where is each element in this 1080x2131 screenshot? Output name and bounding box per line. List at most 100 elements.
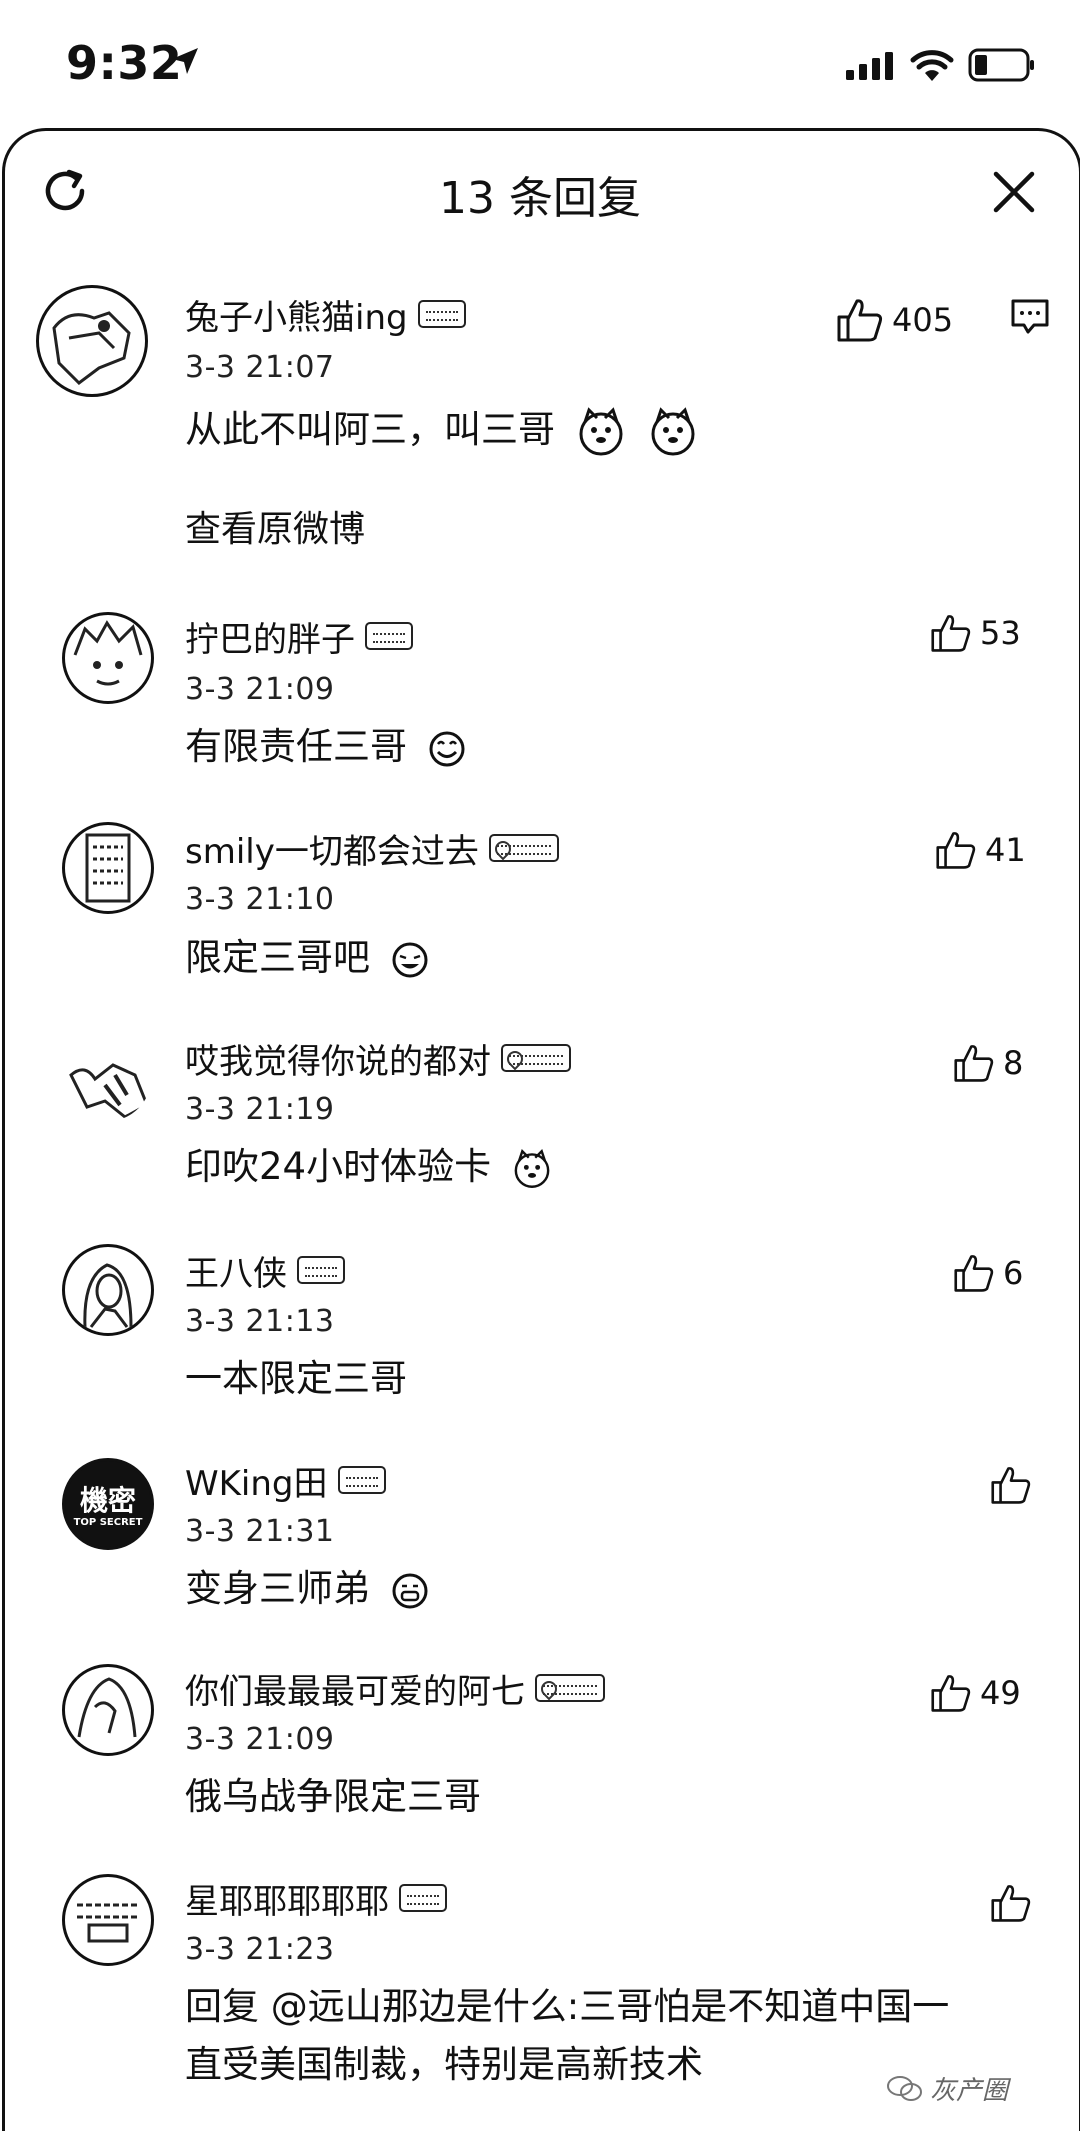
member-badge-icon bbox=[399, 1884, 447, 1912]
laugh-cry-emoji-icon bbox=[392, 942, 428, 977]
like-count: 41 bbox=[985, 831, 1026, 869]
like-button[interactable]: 41 bbox=[935, 825, 1026, 875]
avatar-image-icon bbox=[73, 620, 143, 686]
author-name[interactable]: WKing田 bbox=[185, 1456, 328, 1505]
like-button[interactable]: 405 bbox=[836, 295, 953, 345]
member-badge-icon bbox=[337, 1466, 386, 1494]
watermark: 灰产圈 bbox=[886, 2070, 1008, 2107]
thumbs-up-icon bbox=[991, 1467, 1031, 1504]
author-row: 哎我觉得你说的都对 bbox=[185, 1034, 571, 1082]
like-button[interactable]: 6 bbox=[953, 1248, 1023, 1298]
like-count: 405 bbox=[892, 301, 954, 339]
location-arrow-icon bbox=[172, 48, 198, 74]
thumbs-up-icon bbox=[954, 1255, 994, 1292]
comment-text: 印吹24小时体验卡 bbox=[185, 1138, 553, 1196]
thumbs-up-icon bbox=[837, 299, 883, 342]
comment-text: 限定三哥吧 bbox=[185, 929, 430, 987]
doge-emoji-icon bbox=[651, 406, 695, 455]
comment-time: 3-3 21:09 bbox=[185, 1722, 335, 1757]
avatar-image-icon bbox=[77, 1903, 139, 1943]
view-original-weibo-link[interactable]: 查看原微博 bbox=[185, 500, 365, 552]
avatar[interactable]: 機密 TOP SECRET bbox=[62, 1458, 154, 1550]
thumbs-up-icon bbox=[931, 615, 971, 652]
like-count: 49 bbox=[980, 1674, 1021, 1712]
comment-time: 3-3 21:31 bbox=[185, 1514, 335, 1549]
comment-text: 变身三师弟 bbox=[185, 1560, 430, 1618]
thumbs-up-icon bbox=[954, 1045, 994, 1082]
author-name[interactable]: 王八侠 bbox=[185, 1246, 287, 1295]
like-button[interactable] bbox=[990, 1460, 1040, 1510]
doge-emoji-icon bbox=[514, 1148, 550, 1188]
author-name[interactable]: 星耶耶耶耶耶 bbox=[185, 1874, 389, 1923]
author-row: 兔子小熊猫ing bbox=[185, 290, 466, 338]
comment-text-body: 有限责任三哥 bbox=[185, 725, 407, 768]
thumbs-up-icon bbox=[936, 832, 976, 869]
comment-text-line-2: 直受美国制裁，特别是高新技术 bbox=[185, 2043, 703, 2086]
author-row: WKing田 bbox=[185, 1456, 386, 1504]
status-time: 9:32 bbox=[66, 36, 183, 90]
member-badge-icon bbox=[365, 622, 413, 650]
avatar-image-icon bbox=[77, 1677, 137, 1738]
author-row: 星耶耶耶耶耶 bbox=[185, 1874, 447, 1922]
close-icon[interactable] bbox=[992, 170, 1036, 214]
member-badge-icon bbox=[297, 1256, 345, 1284]
status-bar: 9:32 bbox=[0, 0, 1080, 130]
like-button[interactable] bbox=[990, 1878, 1040, 1928]
avatar[interactable] bbox=[62, 1874, 154, 1966]
member-badge-icon bbox=[417, 300, 466, 328]
comment-text-body: 变身三师弟 bbox=[185, 1567, 370, 1610]
battery-icon bbox=[968, 48, 1034, 82]
watermark-text: 灰产圈 bbox=[930, 2076, 1009, 2106]
thumbs-up-icon bbox=[931, 1675, 971, 1712]
comment-time: 3-3 21:10 bbox=[185, 882, 335, 917]
smile-emoji-icon bbox=[429, 731, 465, 766]
thumbs-up-icon bbox=[991, 1885, 1031, 1922]
cellular-signal-icon bbox=[846, 52, 893, 80]
comment-time: 3-3 21:19 bbox=[185, 1092, 335, 1127]
avatar-image-icon bbox=[85, 833, 131, 903]
vip-badge-icon bbox=[535, 1674, 605, 1702]
author-row: 王八侠 bbox=[185, 1246, 345, 1294]
author-name[interactable]: 兔子小熊猫ing bbox=[185, 290, 408, 339]
like-count: 6 bbox=[1003, 1254, 1024, 1292]
author-name[interactable]: smily一切都会过去 bbox=[185, 824, 479, 873]
header-title: 13 条回复 bbox=[439, 173, 641, 224]
avatar[interactable] bbox=[62, 822, 154, 914]
like-button[interactable]: 49 bbox=[930, 1668, 1021, 1718]
doge-emoji-icon bbox=[579, 406, 623, 455]
comment-text-line-1: 回复 @远山那边是什么:三哥怕是不知道中国一 bbox=[185, 1985, 950, 2028]
avatar[interactable] bbox=[62, 1244, 154, 1336]
author-name[interactable]: 哎我觉得你说的都对 bbox=[185, 1034, 491, 1083]
like-count: 53 bbox=[980, 614, 1021, 652]
like-button[interactable]: 53 bbox=[930, 608, 1021, 658]
comment-text: 俄乌战争限定三哥 bbox=[185, 1768, 481, 1826]
comment-text-body: 一本限定三哥 bbox=[185, 1357, 407, 1400]
vip-badge-icon bbox=[501, 1044, 571, 1072]
author-name[interactable]: 拧巴的胖子 bbox=[185, 612, 355, 661]
avatar[interactable] bbox=[62, 612, 154, 704]
avatar-logo-text: 機密 bbox=[79, 1484, 136, 1517]
comment-reply-icon[interactable] bbox=[1010, 297, 1050, 337]
avatar[interactable] bbox=[36, 285, 148, 397]
author-row: 拧巴的胖子 bbox=[185, 612, 413, 660]
wifi-icon bbox=[910, 50, 954, 81]
author-row: 你们最最最可爱的阿七 bbox=[185, 1664, 605, 1712]
grin-emoji-icon bbox=[392, 1573, 428, 1608]
avatar[interactable] bbox=[62, 1664, 154, 1756]
comment-time: 3-3 21:09 bbox=[185, 672, 335, 707]
comment-text-body: 限定三哥吧 bbox=[185, 936, 370, 979]
comment-text-body: 印吹24小时体验卡 bbox=[185, 1145, 492, 1188]
wechat-icon bbox=[887, 2075, 922, 2101]
like-button[interactable]: 8 bbox=[953, 1038, 1023, 1088]
avatar[interactable] bbox=[62, 1032, 154, 1124]
comment-text: 有限责任三哥 bbox=[185, 718, 467, 776]
author-row: smily一切都会过去 bbox=[185, 824, 559, 872]
comment-time: 3-3 21:23 bbox=[185, 1932, 335, 1967]
avatar-logo-subtext: TOP SECRET bbox=[73, 1517, 143, 1528]
author-name[interactable]: 你们最最最可爱的阿七 bbox=[185, 1664, 525, 1713]
avatar-image-icon bbox=[52, 311, 131, 385]
comment-text: 从此不叫阿三，叫三哥 bbox=[185, 401, 699, 459]
avatar-image-icon bbox=[83, 1263, 133, 1328]
like-count: 8 bbox=[1003, 1044, 1024, 1082]
comment-text: 一本限定三哥 bbox=[185, 1350, 407, 1408]
